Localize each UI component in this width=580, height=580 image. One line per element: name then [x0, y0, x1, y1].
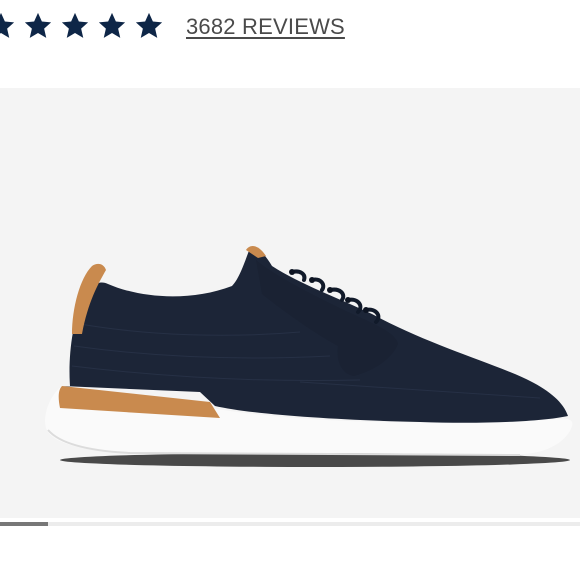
star-icon [23, 11, 53, 41]
rating-row: 3682 REVIEWS [0, 0, 580, 56]
star-icon [97, 11, 127, 41]
product-gallery[interactable] [0, 88, 580, 518]
star-icon [134, 11, 164, 41]
star-icon [0, 11, 16, 41]
reviews-link[interactable]: 3682 REVIEWS [186, 14, 345, 40]
star-icon [60, 11, 90, 41]
carousel-progress[interactable] [0, 522, 580, 526]
carousel-indicator[interactable] [0, 522, 48, 526]
product-image [45, 246, 573, 467]
